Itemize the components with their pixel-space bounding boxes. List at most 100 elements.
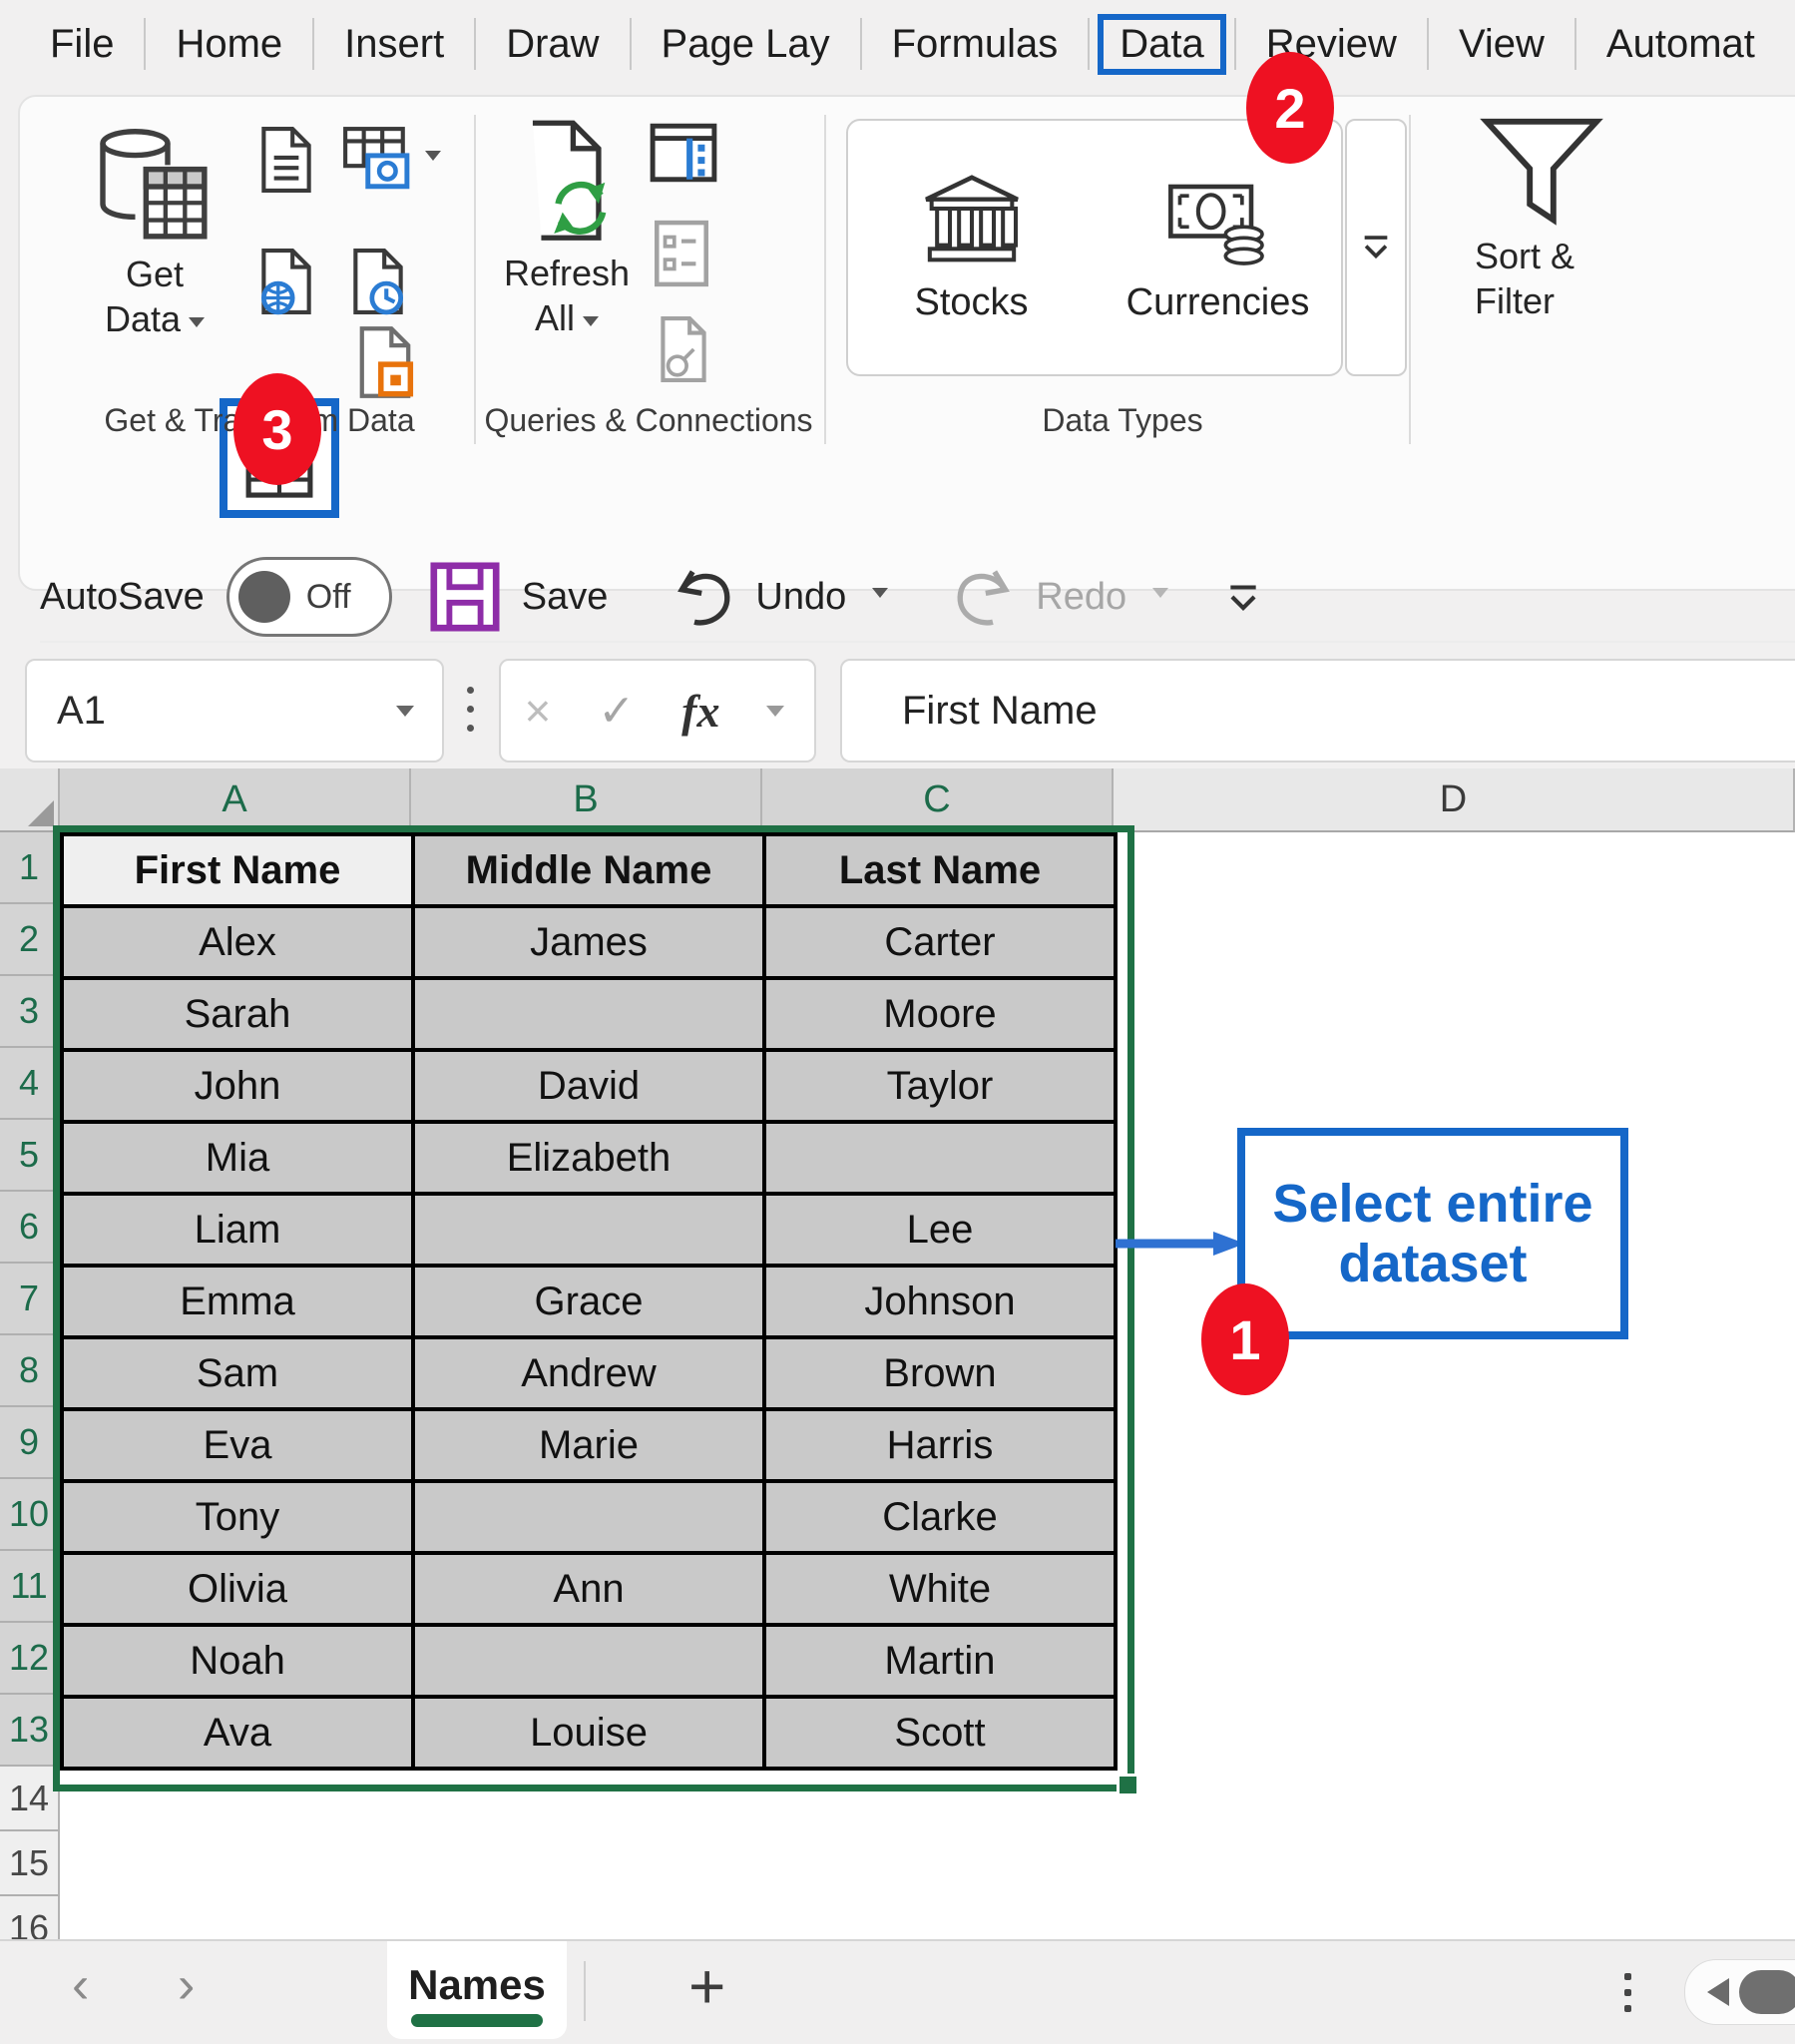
cell-A12[interactable]: Noah [64,1627,415,1699]
menu-tab-data[interactable]: Data [1098,14,1226,75]
undo-button[interactable]: Undo [668,561,888,633]
cell-C3[interactable]: Moore [766,980,1118,1052]
row-header-11[interactable]: 11 [0,1551,60,1623]
menu-tab-formulas[interactable]: Formulas [862,16,1089,73]
recent-sources-button[interactable] [347,247,409,316]
cell-B5[interactable]: Elizabeth [415,1124,766,1196]
cell-C5[interactable] [766,1124,1118,1196]
cell-A7[interactable]: Emma [64,1268,415,1339]
edit-links-button[interactable] [655,314,712,384]
redo-button[interactable]: Redo [948,561,1168,633]
cell-A4[interactable]: John [64,1052,415,1124]
row-header-9[interactable]: 9 [0,1407,60,1479]
row-header-1[interactable]: 1 [0,832,60,904]
name-box[interactable]: A1 [25,659,444,763]
save-button[interactable]: Save [426,558,609,636]
from-text-csv-button[interactable] [255,125,317,195]
next-sheet-button[interactable]: › [178,1955,195,2015]
cell-B8[interactable]: Andrew [415,1339,766,1411]
data-types-more-button[interactable] [1345,119,1407,376]
cell-B10[interactable] [415,1483,766,1555]
customize-toolbar-button[interactable] [1224,580,1262,614]
row-header-15[interactable]: 15 [0,1831,60,1896]
cell-A2[interactable]: Alex [64,908,415,980]
formula-input[interactable]: First Name [840,659,1795,763]
queries-connections-button[interactable] [649,122,718,184]
cell-A11[interactable]: Olivia [64,1555,415,1627]
cell-C12[interactable]: Martin [766,1627,1118,1699]
cell-A5[interactable]: Mia [64,1124,415,1196]
row-header-7[interactable]: 7 [0,1264,60,1335]
cell-C8[interactable]: Brown [766,1339,1118,1411]
column-header-a[interactable]: A [60,768,411,832]
cell-B13[interactable]: Louise [415,1699,766,1771]
cell-A3[interactable]: Sarah [64,980,415,1052]
horizontal-scrollbar[interactable] [1684,1959,1795,2025]
row-header-5[interactable]: 5 [0,1120,60,1192]
previous-sheet-button[interactable]: ‹ [72,1955,89,2015]
column-header-b[interactable]: B [411,768,762,832]
enter-entry-button[interactable]: ✓ [598,686,635,737]
cell-A1[interactable]: First Name [64,836,415,908]
row-header-2[interactable]: 2 [0,904,60,976]
menu-tab-insert[interactable]: Insert [314,16,474,73]
row-header-6[interactable]: 6 [0,1192,60,1264]
existing-connections-button[interactable] [353,324,417,400]
add-sheet-button[interactable]: + [688,1949,725,2023]
sort-filter-button[interactable]: Sort & Filter [1447,112,1636,323]
cell-B1[interactable]: Middle Name [415,836,766,908]
menu-tab-home[interactable]: Home [146,16,312,73]
autosave-toggle[interactable]: Off [226,557,392,637]
cell-B6[interactable] [415,1196,766,1268]
row-header-10[interactable]: 10 [0,1479,60,1551]
get-data-button[interactable]: Get Data [75,122,234,341]
cell-C6[interactable]: Lee [766,1196,1118,1268]
cell-B2[interactable]: James [415,908,766,980]
select-all-corner[interactable] [0,768,60,832]
cell-A6[interactable]: Liam [64,1196,415,1268]
cell-B4[interactable]: David [415,1052,766,1124]
formula-bar-handle-icon[interactable] [467,687,474,744]
row-header-13[interactable]: 13 [0,1695,60,1767]
stocks-button[interactable]: Stocks [848,121,1095,374]
cell-B3[interactable] [415,980,766,1052]
properties-button[interactable] [653,219,710,288]
cell-B9[interactable]: Marie [415,1411,766,1483]
cell-C10[interactable]: Clarke [766,1483,1118,1555]
cell-C2[interactable]: Carter [766,908,1118,980]
cell-C13[interactable]: Scott [766,1699,1118,1771]
sheet-options-button[interactable] [1624,1967,1631,1985]
cell-C4[interactable]: Taylor [766,1052,1118,1124]
cell-B11[interactable]: Ann [415,1555,766,1627]
cell-A13[interactable]: Ava [64,1699,415,1771]
scrollbar-thumb[interactable] [1739,1970,1795,2014]
cell-C1[interactable]: Last Name [766,836,1118,908]
insert-function-button[interactable]: fx [681,685,719,738]
cell-A9[interactable]: Eva [64,1411,415,1483]
cell-A8[interactable]: Sam [64,1339,415,1411]
row-header-14[interactable]: 14 [0,1767,60,1831]
from-picture-button[interactable] [341,125,441,195]
row-header-3[interactable]: 3 [0,976,60,1048]
menu-tab-automat[interactable]: Automat [1576,16,1785,73]
column-header-d[interactable]: D [1114,768,1795,832]
column-header-c[interactable]: C [762,768,1114,832]
sheet-tab-names[interactable]: Names [387,1941,567,2039]
menu-tab-page-lay[interactable]: Page Lay [632,16,860,73]
menu-tab-file[interactable]: File [20,16,144,73]
row-header-4[interactable]: 4 [0,1048,60,1120]
cell-A10[interactable]: Tony [64,1483,415,1555]
cancel-entry-button[interactable]: × [524,684,551,738]
cell-C11[interactable]: White [766,1555,1118,1627]
row-header-8[interactable]: 8 [0,1335,60,1407]
from-web-button[interactable] [255,247,317,316]
refresh-all-button[interactable]: Refresh All [497,119,637,340]
cell-B7[interactable]: Grace [415,1268,766,1339]
menu-tab-draw[interactable]: Draw [476,16,629,73]
fill-handle[interactable] [1117,1774,1139,1796]
cell-B12[interactable] [415,1627,766,1699]
cell-C7[interactable]: Johnson [766,1268,1118,1339]
cell-C9[interactable]: Harris [766,1411,1118,1483]
row-header-12[interactable]: 12 [0,1623,60,1695]
menu-tab-view[interactable]: View [1429,16,1574,73]
